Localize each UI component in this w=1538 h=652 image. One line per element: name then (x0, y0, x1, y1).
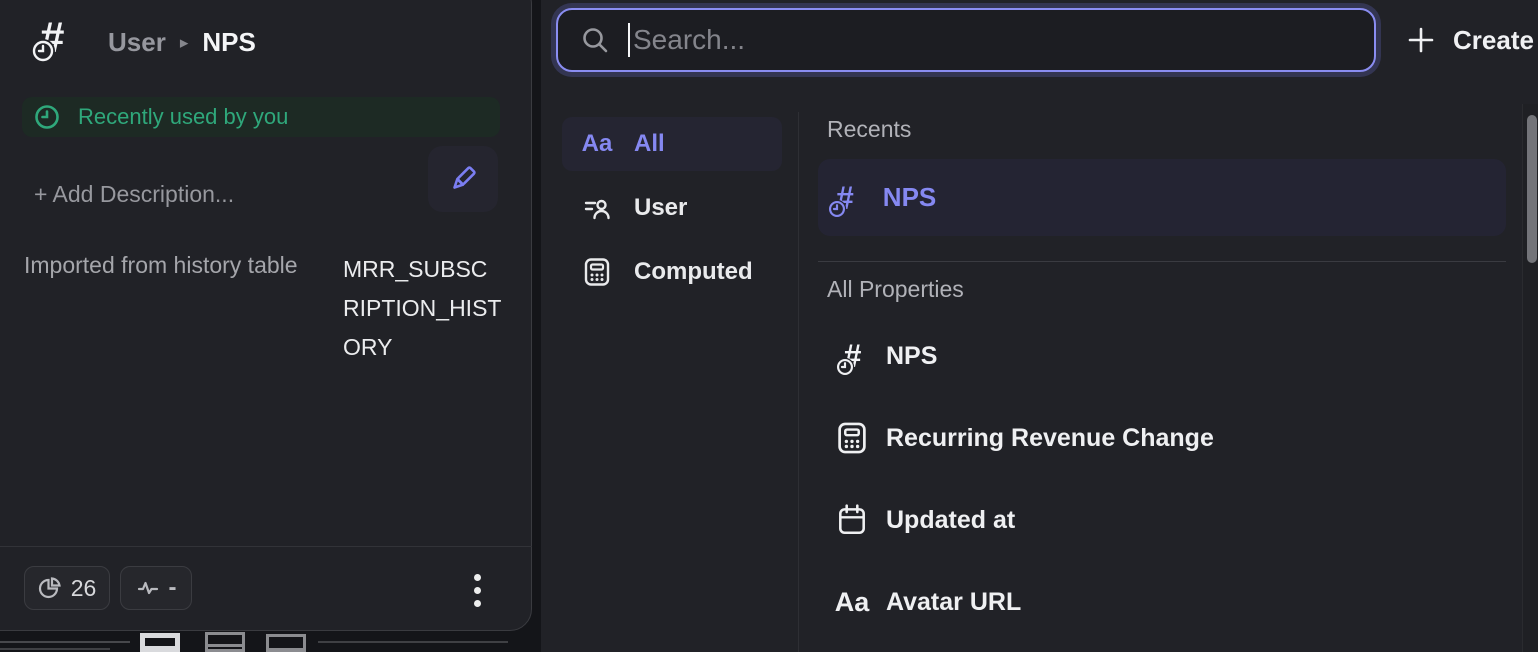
filter-tab-user[interactable]: User (562, 184, 782, 232)
scrollbar-thumb[interactable] (1527, 115, 1537, 263)
property-label: NPS (886, 342, 937, 371)
kebab-icon (474, 574, 481, 581)
search-input[interactable]: Search... (556, 8, 1376, 72)
meta-value: MRR_SUBSCRIPTION_HISTORY (343, 250, 503, 367)
filter-tab-computed[interactable]: Computed (562, 248, 782, 296)
calculator-icon (581, 256, 613, 288)
calendar-icon (835, 503, 869, 537)
property-row-recurring-revenue-change[interactable]: Recurring Revenue Change (818, 412, 1506, 464)
filter-label: Computed (634, 258, 753, 286)
diagram-edge-line (318, 641, 508, 643)
calculator-icon (834, 420, 870, 456)
more-options-button[interactable] (468, 569, 486, 611)
number-clock-icon: # (844, 340, 861, 372)
all-properties-header: All Properties (827, 276, 964, 303)
recently-used-label: Recently used by you (78, 104, 288, 130)
create-button[interactable]: Create (1406, 18, 1534, 62)
column-divider (798, 112, 799, 652)
search-icon (580, 25, 610, 55)
filter-label: All (634, 130, 665, 158)
pie-chart-icon (38, 576, 62, 600)
property-row-avatar-url[interactable]: Aa Avatar URL (818, 576, 1506, 628)
search-placeholder: Search... (633, 24, 745, 56)
breadcrumb-parent[interactable]: User (108, 27, 166, 58)
property-label: Avatar URL (886, 588, 1021, 617)
plus-icon (1406, 25, 1436, 55)
property-picker-panel (541, 0, 1538, 652)
usage-count: 26 (71, 575, 97, 602)
diagram-table-node (205, 632, 245, 652)
activity-icon (136, 576, 160, 600)
breadcrumb-current: NPS (202, 27, 255, 58)
section-divider (818, 261, 1506, 262)
number-clock-icon: # (836, 182, 853, 214)
add-description-field[interactable]: + Add Description... (34, 181, 234, 208)
pencil-icon (446, 162, 480, 196)
screen: # User ▸ NPS Recently used by you + Add … (0, 0, 1538, 652)
meta-label: Imported from history table (24, 252, 298, 279)
filter-tab-all[interactable]: Aa All (562, 117, 782, 171)
clock-icon (34, 104, 60, 130)
diagram-edge-line (0, 648, 110, 650)
property-row-nps[interactable]: # NPS (818, 330, 1506, 382)
recently-used-badge: Recently used by you (22, 97, 500, 137)
breadcrumb-separator-icon: ▸ (180, 33, 189, 53)
breadcrumb: User ▸ NPS (108, 27, 256, 58)
property-label: Updated at (886, 506, 1015, 535)
property-row-updated-at[interactable]: Updated at (818, 494, 1506, 546)
diagram-edge-line (0, 641, 130, 643)
number-clock-icon: # (40, 16, 63, 60)
filter-label: User (634, 194, 687, 222)
diagram-table-node (140, 633, 180, 652)
footer-divider (0, 546, 532, 547)
scrollbar-track[interactable] (1522, 104, 1538, 652)
recent-item-nps[interactable]: # NPS (818, 159, 1506, 236)
user-list-icon (582, 193, 612, 223)
trend-value: - (169, 574, 177, 602)
trend-chip[interactable]: - (120, 566, 192, 610)
property-label: Recurring Revenue Change (886, 424, 1214, 453)
recents-header: Recents (827, 116, 911, 143)
text-icon: Aa (582, 130, 613, 158)
recent-item-label: NPS (883, 182, 936, 213)
text-icon: Aa (835, 587, 870, 618)
edit-description-button[interactable] (428, 146, 498, 212)
text-cursor (628, 23, 630, 57)
diagram-table-node (266, 634, 306, 652)
usage-count-chip[interactable]: 26 (24, 566, 110, 610)
create-label: Create (1453, 25, 1534, 56)
